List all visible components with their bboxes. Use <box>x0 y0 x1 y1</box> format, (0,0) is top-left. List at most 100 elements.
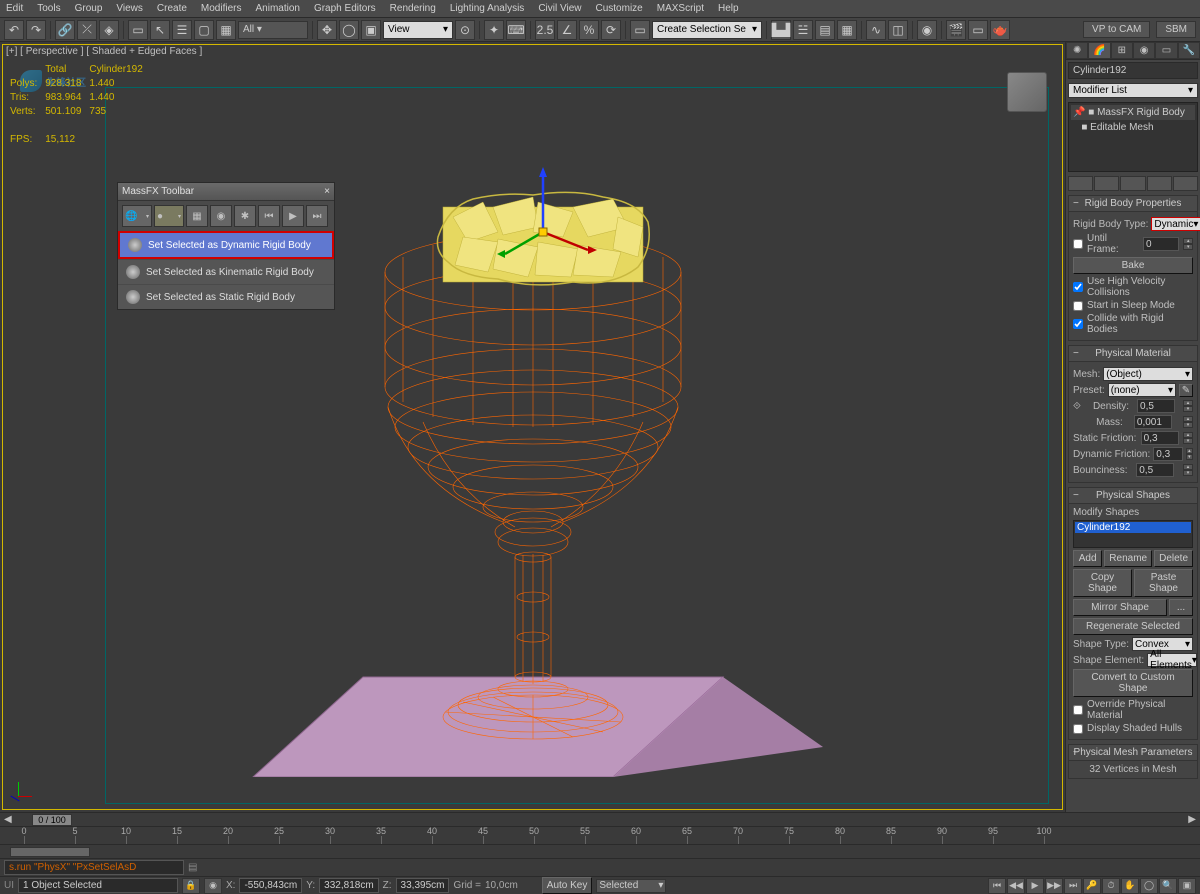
object-name-field[interactable]: Cylinder192 <box>1068 62 1198 79</box>
menu-maxscript[interactable]: MAXScript <box>657 3 704 14</box>
spinner-snap-icon[interactable]: ⟳ <box>601 20 621 40</box>
menu-create[interactable]: Create <box>157 3 187 14</box>
massfx-step-icon[interactable]: ⏭ <box>306 205 328 227</box>
align-icon[interactable]: ☱ <box>793 20 813 40</box>
preset-combo[interactable]: (none)▾ <box>1108 383 1176 397</box>
close-icon[interactable]: × <box>324 186 330 197</box>
menu-civil-view[interactable]: Civil View <box>538 3 581 14</box>
until-frame-check[interactable] <box>1073 239 1083 249</box>
z-coord-field[interactable]: 33,395cm <box>396 878 450 893</box>
mirror-shape-button[interactable]: Mirror Shape <box>1073 599 1167 616</box>
massfx-play-icon[interactable]: ▶ <box>282 205 304 227</box>
nav-orbit-icon[interactable]: ◯ <box>1140 878 1158 894</box>
mirror-options-button[interactable]: ... <box>1169 599 1193 616</box>
make-unique-icon[interactable] <box>1120 176 1145 191</box>
render-icon[interactable]: 🫖 <box>990 20 1010 40</box>
create-tab-icon[interactable]: ✺ <box>1066 42 1088 59</box>
display-hulls-check[interactable] <box>1073 724 1083 734</box>
stack-rigid-body[interactable]: 📌 ■ MassFX Rigid Body <box>1071 105 1195 120</box>
show-end-result-icon[interactable] <box>1094 176 1119 191</box>
stack-editable-mesh[interactable]: ■ Editable Mesh <box>1071 120 1195 135</box>
render-setup-icon[interactable]: 🎬 <box>946 20 966 40</box>
mesh-combo[interactable]: (Object)▾ <box>1103 367 1193 381</box>
physical-mesh-header[interactable]: −Physical Mesh Parameters <box>1069 745 1197 761</box>
manipulate-icon[interactable]: ✦ <box>484 20 504 40</box>
massfx-cloth-icon[interactable]: ▦ <box>186 205 208 227</box>
goto-end-icon[interactable]: ⏭ <box>1064 878 1082 894</box>
selection-set-combo[interactable]: Create Selection Se▾ <box>652 21 762 39</box>
select-name-icon[interactable]: ☰ <box>172 20 192 40</box>
graphite-icon[interactable]: ▦ <box>837 20 857 40</box>
next-frame-icon[interactable]: ▶▶ <box>1045 878 1063 894</box>
curve-editor-icon[interactable]: ∿ <box>866 20 886 40</box>
viewcube-icon[interactable] <box>1007 72 1047 112</box>
mirror-icon[interactable]: ▙▟ <box>771 20 791 40</box>
massfx-rigid-body-icon[interactable]: ●▾ <box>154 205 184 227</box>
hierarchy-tab-icon[interactable]: ⊞ <box>1111 42 1133 59</box>
massfx-dynamic-item[interactable]: Set Selected as Dynamic Rigid Body <box>118 231 334 259</box>
rigid-body-header[interactable]: −Rigid Body Properties <box>1069 196 1197 212</box>
copy-shape-button[interactable]: Copy Shape <box>1073 569 1132 597</box>
until-frame-spinner[interactable]: 0 <box>1143 237 1180 251</box>
pivot-icon[interactable]: ⊙ <box>455 20 475 40</box>
massfx-reset-icon[interactable]: ⏮ <box>258 205 280 227</box>
viewport-label[interactable]: [+] [ Perspective ] [ Shaded + Edged Fac… <box>6 46 202 57</box>
shapes-list-item[interactable]: Cylinder192 <box>1075 522 1191 533</box>
material-editor-icon[interactable]: ◉ <box>917 20 937 40</box>
timeline-end-icon[interactable]: ▶ <box>1188 814 1196 825</box>
filter-combo[interactable]: All ▾ <box>238 21 308 39</box>
menu-views[interactable]: Views <box>116 3 143 14</box>
massfx-ragdoll-icon[interactable]: ✱ <box>234 205 256 227</box>
vp-to-cam-button[interactable]: VP to CAM <box>1083 21 1150 38</box>
scale-icon[interactable]: ▣ <box>361 20 381 40</box>
spinner-arrows-icon[interactable]: ▴▾ <box>1183 238 1193 250</box>
add-shape-button[interactable]: Add <box>1073 550 1102 567</box>
physical-material-header[interactable]: −Physical Material <box>1069 346 1197 362</box>
dynamic-friction-spinner[interactable]: 0,3 <box>1153 447 1182 461</box>
modifier-list-combo[interactable]: Modifier List▾ <box>1068 83 1198 98</box>
ref-coord-combo[interactable]: View▾ <box>383 21 453 39</box>
preset-edit-icon[interactable]: ✎ <box>1179 384 1193 397</box>
select-arrow-icon[interactable]: ↖ <box>150 20 170 40</box>
x-coord-field[interactable]: -550,843cm <box>239 878 302 893</box>
shapes-list[interactable]: Cylinder192 <box>1073 520 1193 548</box>
bounciness-spinner[interactable]: 0,5 <box>1136 463 1174 477</box>
menu-lighting[interactable]: Lighting Analysis <box>450 3 525 14</box>
horizontal-scrollbar[interactable] <box>0 844 1200 858</box>
utilities-tab-icon[interactable]: 🔧 <box>1178 42 1200 59</box>
menu-group[interactable]: Group <box>75 3 103 14</box>
render-frame-icon[interactable]: ▭ <box>968 20 988 40</box>
high-velocity-check[interactable] <box>1073 282 1083 292</box>
physical-shapes-header[interactable]: −Physical Shapes <box>1069 488 1197 504</box>
redo-icon[interactable]: ↷ <box>26 20 46 40</box>
modifier-stack[interactable]: 📌 ■ MassFX Rigid Body ■ Editable Mesh <box>1068 102 1198 172</box>
angle-snap-icon[interactable]: ∠ <box>557 20 577 40</box>
menu-modifiers[interactable]: Modifiers <box>201 3 242 14</box>
massfx-toolbar-panel[interactable]: MassFX Toolbar × 🌐▾ ●▾ ▦ ◉ ✱ ⏮ ▶ ⏭ Set S… <box>117 182 335 310</box>
convert-shape-button[interactable]: Convert to Custom Shape <box>1073 669 1193 697</box>
override-material-check[interactable] <box>1073 705 1083 715</box>
window-crossing-icon[interactable]: ▦ <box>216 20 236 40</box>
bake-button[interactable]: Bake <box>1073 257 1193 274</box>
menu-rendering[interactable]: Rendering <box>390 3 436 14</box>
massfx-static-item[interactable]: Set Selected as Static Rigid Body <box>118 284 334 309</box>
pin-stack-icon[interactable] <box>1068 176 1093 191</box>
snap-icon[interactable]: 2.5 <box>535 20 555 40</box>
link-density-icon[interactable]: ⟐ <box>1073 401 1085 412</box>
nav-max-icon[interactable]: ▣ <box>1178 878 1196 894</box>
modify-tab-icon[interactable]: 🌈 <box>1088 42 1110 59</box>
link-icon[interactable]: 🔗 <box>55 20 75 40</box>
script-line[interactable]: s.run "PhysX" "PxSetSelAsD <box>4 860 184 875</box>
named-sel-icon[interactable]: ▭ <box>630 20 650 40</box>
massfx-world-icon[interactable]: 🌐▾ <box>122 205 152 227</box>
menu-graph-editors[interactable]: Graph Editors <box>314 3 376 14</box>
paste-shape-button[interactable]: Paste Shape <box>1134 569 1193 597</box>
menu-edit[interactable]: Edit <box>6 3 23 14</box>
static-friction-spinner[interactable]: 0,3 <box>1141 431 1179 445</box>
time-ruler[interactable]: 0510152025303540455055606570758085909510… <box>0 826 1200 844</box>
massfx-constraint-icon[interactable]: ◉ <box>210 205 232 227</box>
delete-shape-button[interactable]: Delete <box>1154 550 1193 567</box>
collide-check[interactable] <box>1073 319 1083 329</box>
layers-icon[interactable]: ▤ <box>815 20 835 40</box>
time-config-icon[interactable]: ⏱ <box>1102 878 1120 894</box>
